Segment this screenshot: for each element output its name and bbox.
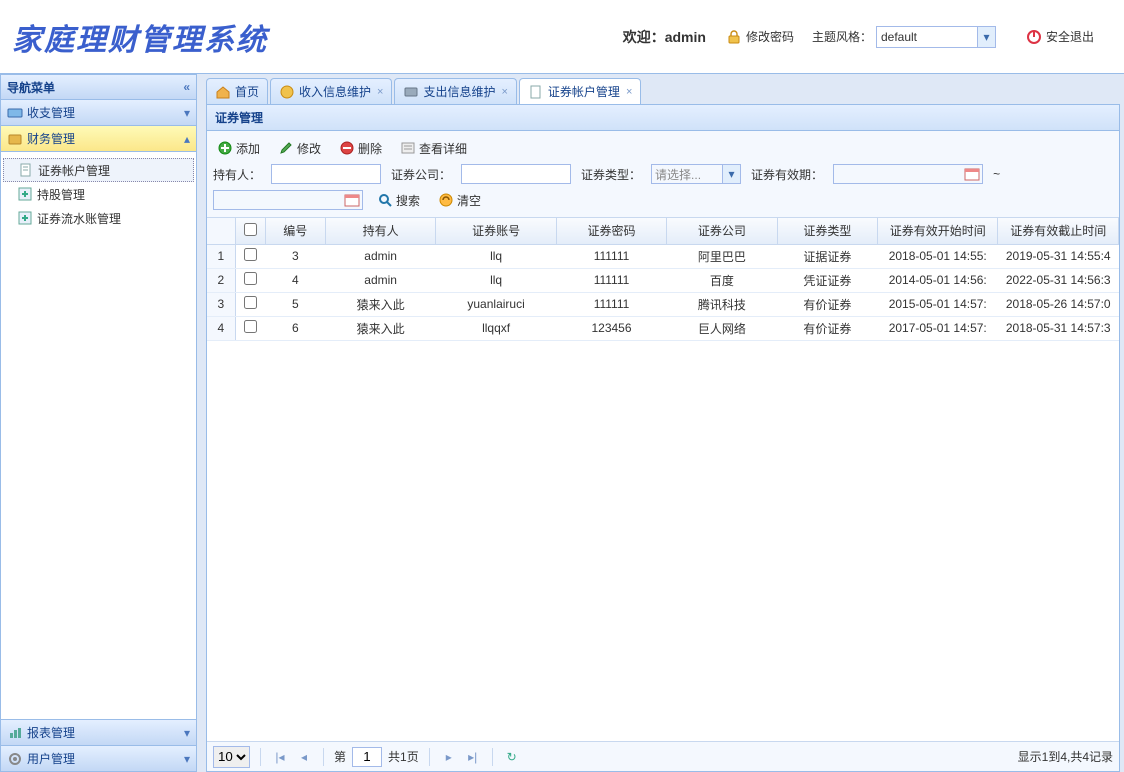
tab-bar: 首页 收入信息维护 × 支出信息维护 × 证券帐户管理 ×	[202, 74, 1124, 104]
tab-expense[interactable]: 支出信息维护 ×	[394, 78, 516, 104]
app-header: 家庭理财管理系统 欢迎：admin 修改密码 主题风格： default ▾ 安…	[0, 0, 1124, 74]
theme-label: 主题风格：	[812, 28, 872, 45]
delete-icon	[339, 140, 355, 156]
chevron-down-icon: ▾	[722, 165, 740, 183]
table-row[interactable]: 24adminllq111111百度凭证证券2014-05-01 14:56:2…	[207, 268, 1119, 292]
sidebar-group-report[interactable]: 报表管理▾	[0, 720, 197, 746]
wallet-icon	[403, 84, 419, 100]
valid-label: 证券有效期：	[751, 166, 823, 183]
refresh-button[interactable]: ↻	[503, 748, 521, 766]
add-button[interactable]: 添加	[213, 138, 264, 159]
close-icon[interactable]: ×	[626, 86, 632, 98]
close-icon[interactable]: ×	[377, 86, 383, 98]
company-input[interactable]	[461, 164, 571, 184]
sidebar-group-income-expense[interactable]: 收支管理▾	[0, 100, 197, 126]
row-checkbox[interactable]	[244, 272, 257, 285]
company-label: 证券公司：	[391, 166, 451, 183]
search-icon	[377, 192, 393, 208]
add-icon	[217, 140, 233, 156]
valid-from-input[interactable]	[833, 164, 983, 184]
document-icon	[528, 84, 544, 100]
edit-button[interactable]: 修改	[274, 138, 325, 159]
content-area: 首页 收入信息维护 × 支出信息维护 × 证券帐户管理 × 证券管理	[202, 74, 1124, 772]
coin-icon	[279, 84, 295, 100]
clear-icon	[438, 192, 454, 208]
pencil-icon	[278, 140, 294, 156]
sidebar-group-user[interactable]: 用户管理▾	[0, 746, 197, 772]
chevron-down-icon: ▾	[977, 27, 995, 47]
app-title: 家庭理财管理系统	[12, 15, 268, 59]
prev-page-button[interactable]: ◂	[295, 748, 313, 766]
sidebar-group-finance[interactable]: 财务管理▴	[0, 126, 197, 152]
pager: 10 |◂ ◂ 第 共1页 ▸ ▸| ↻ 显示1到4,共4记录	[207, 741, 1119, 771]
change-password-link[interactable]: 修改密码	[726, 28, 794, 45]
row-checkbox[interactable]	[244, 248, 257, 261]
table-row[interactable]: 35猿来入此yuanlairuci111111腾讯科技有价证券2015-05-0…	[207, 292, 1119, 316]
welcome-text: 欢迎：admin	[623, 27, 706, 47]
home-icon	[215, 84, 231, 100]
panel-title: 证券管理	[207, 105, 1119, 131]
nav-sidebar: 导航菜单 « 收支管理▾ 财务管理▴ 证券帐户管理 持股管理 证券流水账管理	[0, 74, 202, 772]
calendar-icon	[964, 166, 980, 182]
collapse-icon[interactable]: «	[183, 80, 190, 94]
calendar-icon	[344, 192, 360, 208]
wallet-icon	[7, 131, 23, 147]
tilde: ~	[993, 167, 1000, 181]
owner-label: 持有人：	[213, 166, 261, 183]
detail-button[interactable]: 查看详细	[396, 138, 471, 159]
type-label: 证券类型：	[581, 166, 641, 183]
data-grid: 编号 持有人 证券账号 证券密码 证券公司 证券类型 证券有效开始时间 证券有效…	[207, 218, 1119, 741]
document-icon	[18, 162, 34, 178]
sidebar-finance-body: 证券帐户管理 持股管理 证券流水账管理	[0, 152, 197, 720]
sidebar-item-securities-ledger[interactable]: 证券流水账管理	[3, 206, 194, 230]
sidebar-item-securities-account[interactable]: 证券帐户管理	[3, 158, 194, 182]
row-checkbox[interactable]	[244, 296, 257, 309]
tab-home[interactable]: 首页	[206, 78, 268, 104]
power-icon	[1026, 29, 1042, 45]
table-row[interactable]: 13adminllq111111阿里巴巴证据证券2018-05-01 14:55…	[207, 244, 1119, 268]
plus-icon	[17, 186, 33, 202]
panel-securities: 证券管理 添加 修改 删除 查看详细 持有人： 证券公司： 证券类型： 请选择.…	[206, 104, 1120, 772]
last-page-button[interactable]: ▸|	[464, 748, 482, 766]
tab-securities-account[interactable]: 证券帐户管理 ×	[519, 78, 641, 104]
page-size-select[interactable]: 10	[213, 746, 250, 768]
plus-icon	[17, 210, 33, 226]
delete-button[interactable]: 删除	[335, 138, 386, 159]
page-number-input[interactable]	[352, 747, 382, 767]
lock-icon	[726, 29, 742, 45]
tab-income[interactable]: 收入信息维护 ×	[270, 78, 392, 104]
logout-link[interactable]: 安全退出	[1026, 28, 1094, 45]
first-page-button[interactable]: |◂	[271, 748, 289, 766]
sidebar-item-holdings[interactable]: 持股管理	[3, 182, 194, 206]
toolbar: 添加 修改 删除 查看详细 持有人： 证券公司： 证券类型： 请选择...▾ 证…	[207, 131, 1119, 218]
clear-button[interactable]: 清空	[434, 190, 485, 211]
detail-icon	[400, 140, 416, 156]
valid-to-input[interactable]	[213, 190, 363, 210]
grid-header-row: 编号 持有人 证券账号 证券密码 证券公司 证券类型 证券有效开始时间 证券有效…	[207, 218, 1119, 244]
owner-input[interactable]	[271, 164, 381, 184]
table-row[interactable]: 46猿来入此llqqxf123456巨人网络有价证券2017-05-01 14:…	[207, 316, 1119, 340]
close-icon[interactable]: ×	[501, 86, 507, 98]
row-checkbox[interactable]	[244, 320, 257, 333]
nav-header: 导航菜单 «	[0, 74, 197, 100]
type-select[interactable]: 请选择...▾	[651, 164, 741, 184]
gear-icon	[7, 751, 23, 767]
next-page-button[interactable]: ▸	[440, 748, 458, 766]
chart-icon	[7, 725, 23, 741]
theme-select[interactable]: default ▾	[876, 26, 996, 48]
money-icon	[7, 105, 23, 121]
pager-info: 显示1到4,共4记录	[1018, 748, 1113, 765]
select-all-checkbox[interactable]	[244, 223, 257, 236]
search-button[interactable]: 搜索	[373, 190, 424, 211]
